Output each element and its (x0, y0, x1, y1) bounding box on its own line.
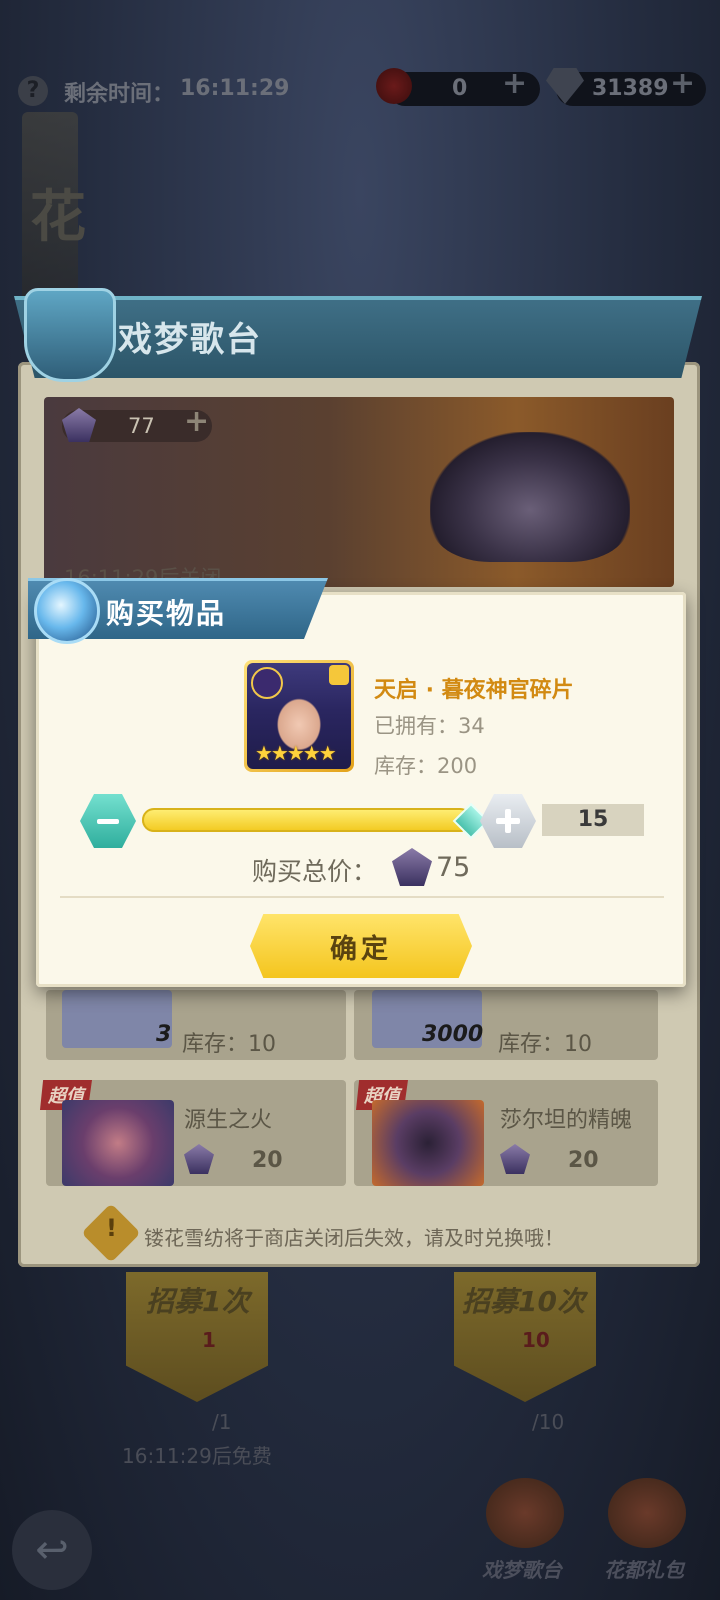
crystal-icon (34, 578, 100, 644)
card-count: 3000 (422, 1022, 484, 1047)
puzzle-shard-icon (329, 665, 349, 685)
nav-stage-label[interactable]: 戏梦歌台 (482, 1554, 562, 1583)
card-stock: 库存：10 (498, 1032, 592, 1057)
side-title-char: 花 (30, 185, 86, 250)
recruit-ten-label: 招募10次 (462, 1285, 585, 1318)
card-price: 20 (252, 1148, 283, 1173)
dialog-title: 购买物品 (106, 597, 227, 630)
character-portrait: ★★★★★ (247, 663, 351, 769)
minus-icon (97, 818, 119, 824)
card-name: 源生之火 (184, 1108, 273, 1133)
item-name: 天启 · 暮夜神官碎片 (374, 678, 574, 703)
total-price-label: 购买总价： (252, 857, 378, 886)
recruit-ten-cost: 10 (522, 1328, 550, 1352)
banner-count: 77 (128, 414, 155, 438)
banner-item-art (430, 432, 630, 562)
card-stock: 库存：10 (182, 1032, 276, 1057)
card-count: 3 (156, 1022, 172, 1047)
nav-gift-label[interactable]: 花都礼包 (604, 1554, 684, 1583)
remaining-time-value: 16:11:29 (180, 76, 290, 101)
card-item-icon (62, 1100, 174, 1186)
quantity-field[interactable]: 15 (542, 804, 644, 836)
star-rating: ★★★★★ (255, 741, 337, 765)
shop-emblem-icon (24, 288, 116, 382)
nav-gift-icon (608, 1478, 686, 1548)
recruit-once-label: 招募1次 (146, 1285, 250, 1318)
card-name: 莎尔坦的精魄 (500, 1108, 633, 1133)
help-icon[interactable]: ? (18, 76, 48, 106)
currency1-plus-button[interactable]: + (502, 66, 527, 101)
remaining-time-label: 剩余时间： (64, 82, 175, 107)
item-portrait-frame: ★★★★★ (244, 660, 354, 772)
total-price-value: 75 (436, 852, 471, 883)
quantity-slider[interactable] (142, 808, 472, 832)
owned-count: 已拥有：34 (374, 714, 485, 738)
recruit-once-cost: 1 (202, 1328, 216, 1352)
dialog-divider (60, 896, 664, 898)
card-item-icon (372, 1100, 484, 1186)
currency1-value: 0 (452, 76, 468, 101)
recruit-once-free-timer: 16:11:29后免费 (122, 1444, 272, 1468)
stock-count: 库存：200 (374, 754, 478, 778)
banner-count-plus-button[interactable]: + (184, 404, 209, 439)
currency2-value: 31389 (592, 76, 669, 101)
card-price: 20 (568, 1148, 599, 1173)
warning-icon-mark: ! (106, 1214, 117, 1242)
shop-title: 戏梦歌台 (118, 320, 262, 360)
currency2-plus-button[interactable]: + (670, 66, 695, 101)
recruit-once-count: /1 (212, 1410, 232, 1434)
recruit-ten-count: /10 (532, 1410, 565, 1434)
plus-icon (496, 809, 520, 833)
back-button[interactable]: ↩ (12, 1510, 92, 1590)
confirm-button[interactable]: 确定 (250, 914, 472, 978)
rank-emblem-icon (251, 667, 283, 699)
rose-token-icon (376, 68, 412, 104)
nav-stage-icon (486, 1478, 564, 1548)
shop-notice: 镂花雪纺将于商店关闭后失效，请及时兑换哦！ (144, 1226, 564, 1250)
